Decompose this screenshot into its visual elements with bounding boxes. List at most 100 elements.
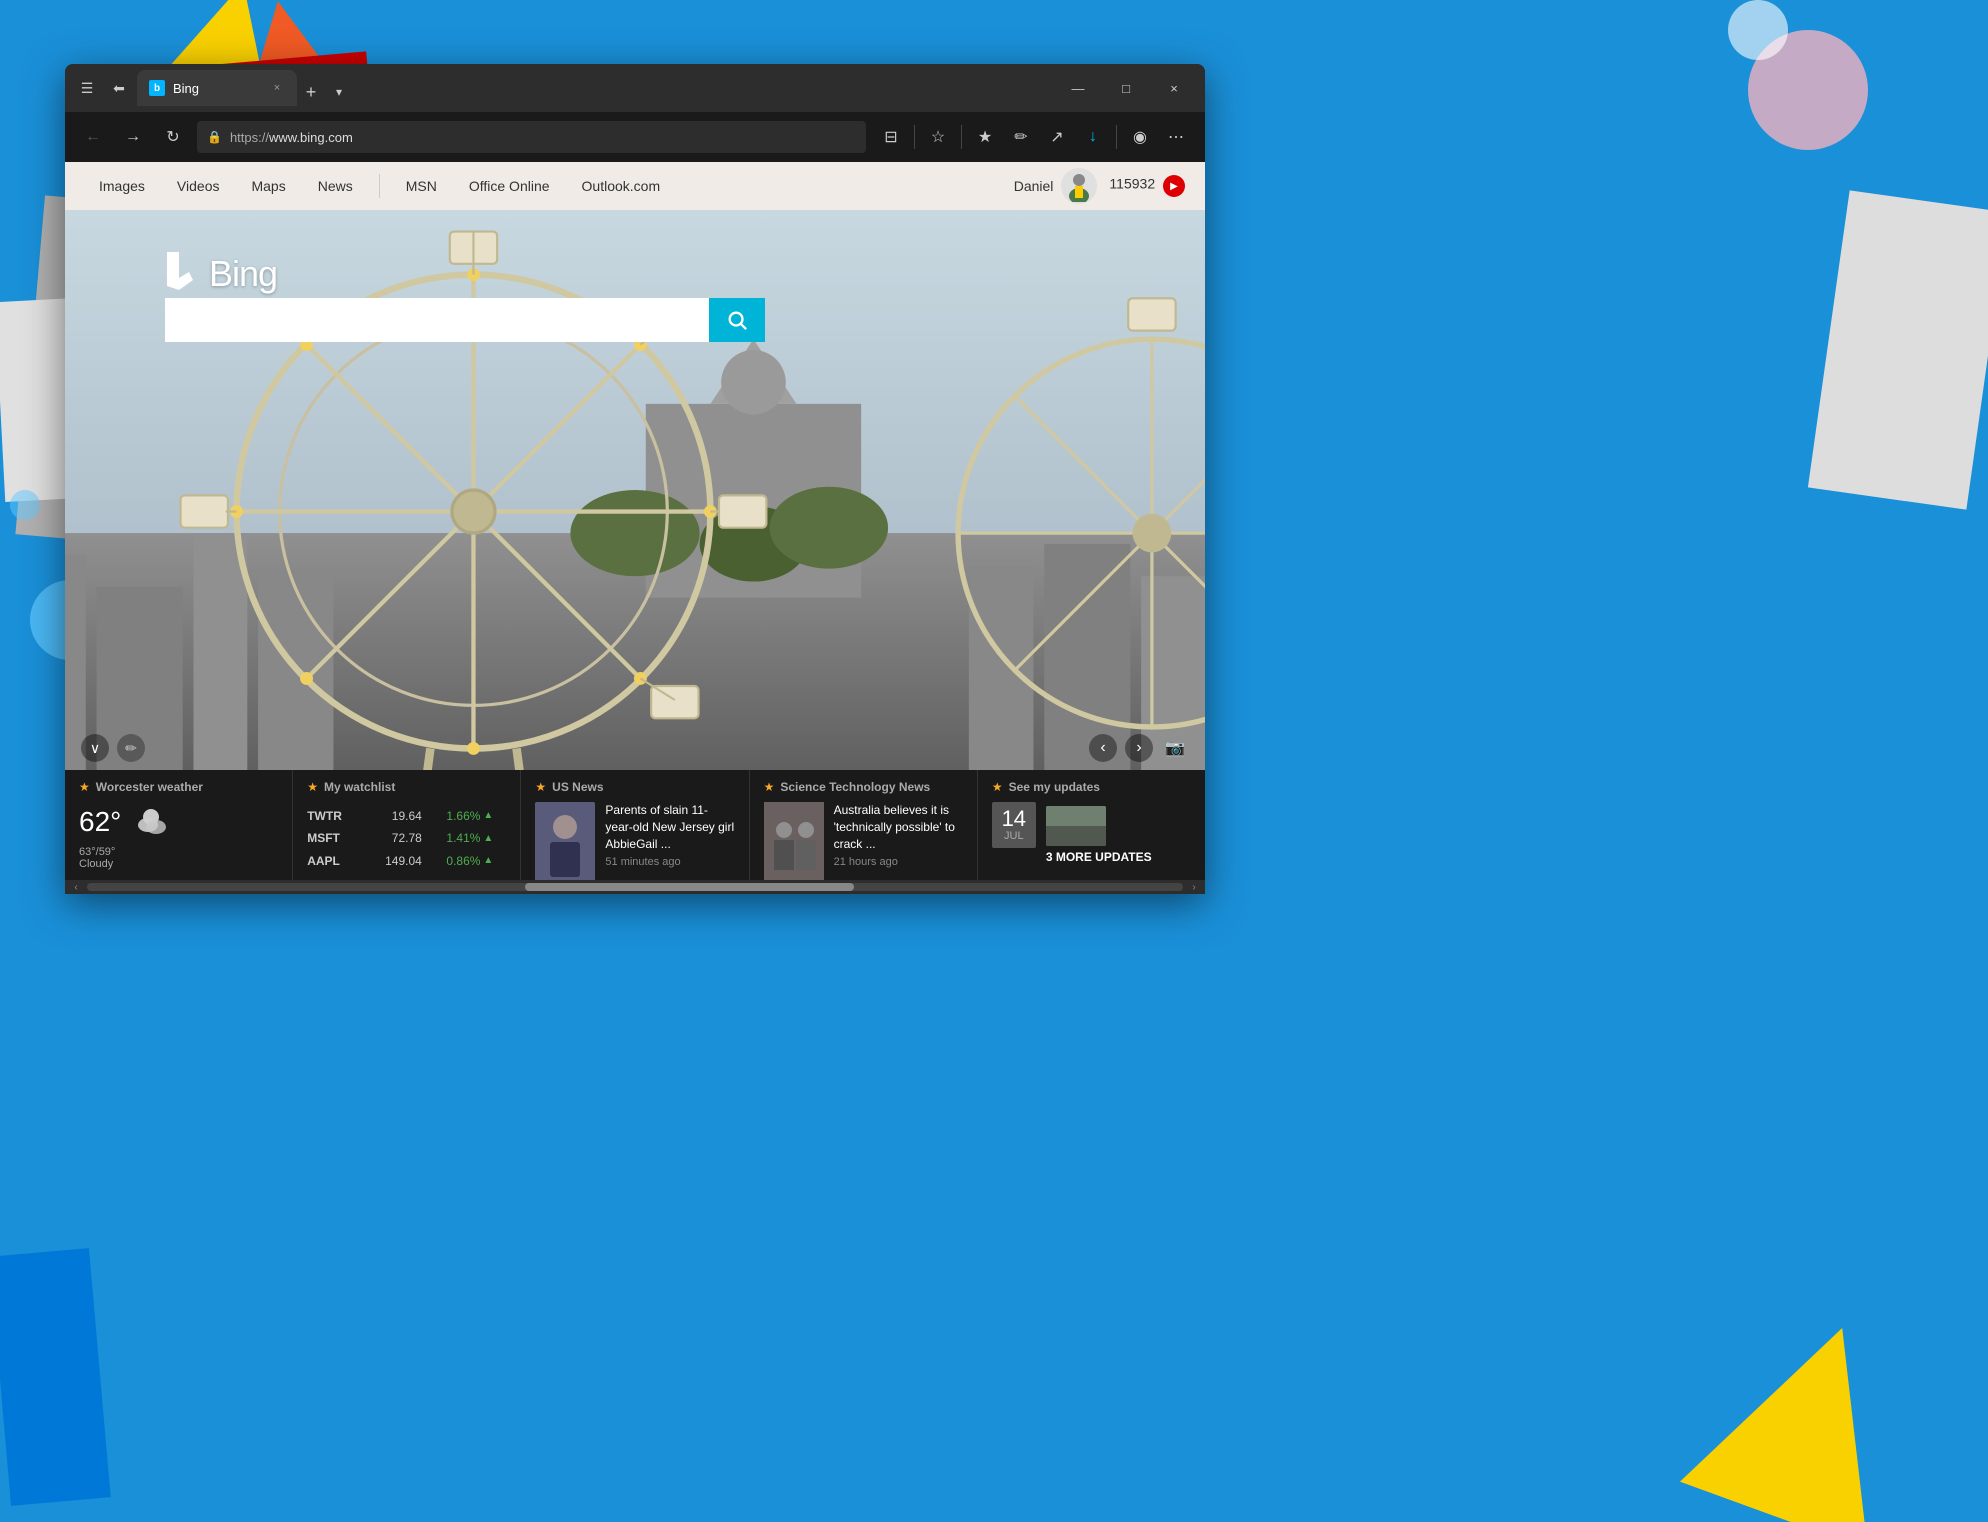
widget-sci-tech[interactable]: ★ Science Technology News: [750, 770, 978, 880]
widget-updates-header: ★ See my updates: [992, 780, 1191, 794]
nav-item-news[interactable]: News: [304, 162, 367, 210]
back-btn-title[interactable]: ⬅: [105, 74, 133, 102]
scrollbar-track[interactable]: [87, 883, 1183, 891]
maximize-btn[interactable]: □: [1103, 73, 1149, 103]
browser-window: ☰ ⬅ b Bing × + ▾ — □ × ← → ↻ 🔒 https://w…: [65, 64, 1205, 894]
widget-sci-star: ★: [764, 780, 775, 794]
widget-watchlist[interactable]: ★ My watchlist TWTR 19.64 1.66% ▲ MSFT 7…: [293, 770, 521, 880]
news-headline: Parents of slain 11-year-old New Jersey …: [605, 802, 734, 852]
tab-dropdown-btn[interactable]: ▾: [325, 78, 353, 106]
sci-headline: Australia believes it is 'technically po…: [834, 802, 963, 852]
reading-view-btn[interactable]: ⊟: [874, 120, 908, 154]
stock-ticker-msft: MSFT: [307, 831, 347, 845]
bing-nav-right: Daniel 115932 ▶: [1014, 168, 1185, 204]
url-text: https://www.bing.com: [230, 130, 353, 145]
news-time: 51 minutes ago: [605, 856, 734, 868]
widget-news-header: ★ US News: [535, 780, 734, 794]
tab-bar: b Bing × + ▾: [137, 70, 1055, 106]
widget-sci-title: Science Technology News: [780, 780, 930, 794]
scrollbar[interactable]: ‹ ›: [65, 880, 1205, 894]
widget-updates[interactable]: ★ See my updates 14 JUL: [978, 770, 1205, 880]
sci-widget-inner: ★ Science Technology News: [764, 780, 963, 880]
download-btn[interactable]: ↓: [1076, 120, 1110, 154]
nav-separator: [379, 174, 380, 198]
scrollbar-right-arrow[interactable]: ›: [1187, 880, 1201, 894]
bg-circle-blue-small: [10, 490, 40, 520]
widget-watchlist-header: ★ My watchlist: [307, 780, 506, 794]
hero-next-btn[interactable]: ›: [1125, 734, 1153, 762]
new-tab-btn[interactable]: +: [297, 78, 325, 106]
sci-text: Australia believes it is 'technically po…: [834, 802, 963, 880]
bg-shape-white-right: [1808, 190, 1988, 509]
bing-widgets: ★ Worcester weather 62° 63°/59°: [65, 770, 1205, 880]
browser-tab[interactable]: b Bing ×: [137, 70, 297, 106]
tab-favicon: b: [149, 80, 165, 96]
bing-points[interactable]: 115932 ▶: [1109, 175, 1185, 197]
widget-weather[interactable]: ★ Worcester weather 62° 63°/59°: [65, 770, 293, 880]
bing-search-input[interactable]: [165, 298, 709, 342]
url-bar[interactable]: 🔒 https://www.bing.com: [197, 121, 866, 153]
nav-item-msn[interactable]: MSN: [392, 162, 451, 210]
widget-news-star: ★: [535, 780, 546, 794]
more-btn[interactable]: ⋯: [1159, 120, 1193, 154]
updates-day: 14: [1002, 808, 1026, 830]
weather-temp: 62°: [79, 806, 121, 838]
nav-item-images[interactable]: Images: [85, 162, 159, 210]
hub-btn[interactable]: ★: [968, 120, 1002, 154]
weather-icon: [131, 802, 171, 842]
updates-widget-inner: ★ See my updates 14 JUL: [992, 780, 1191, 866]
tab-title: Bing: [173, 81, 199, 96]
nav-item-outlook[interactable]: Outlook.com: [568, 162, 675, 210]
updates-more-label: 3 MORE UPDATES: [1046, 850, 1152, 866]
points-icon: ▶: [1163, 175, 1185, 197]
hero-camera-btn[interactable]: 📷: [1161, 734, 1189, 762]
nav-item-videos[interactable]: Videos: [163, 162, 234, 210]
refresh-btn[interactable]: ↻: [157, 121, 189, 153]
weather-range: 63°/59°: [79, 846, 115, 858]
favorites-btn[interactable]: ☆: [921, 120, 955, 154]
close-btn[interactable]: ×: [1151, 73, 1197, 103]
sci-time: 21 hours ago: [834, 856, 963, 868]
notes-btn[interactable]: ✏: [1004, 120, 1038, 154]
bing-search-btn[interactable]: [709, 298, 765, 342]
sidebar-toggle-btn[interactable]: ☰: [73, 74, 101, 102]
hero-edit-btn[interactable]: ✏: [117, 734, 145, 762]
updates-thumb: [1046, 806, 1106, 846]
url-https: https://: [230, 130, 269, 145]
nav-item-office[interactable]: Office Online: [455, 162, 564, 210]
news-content-row: Parents of slain 11-year-old New Jersey …: [535, 802, 734, 880]
back-btn[interactable]: ←: [77, 121, 109, 153]
share-btn[interactable]: ↗: [1040, 120, 1074, 154]
stock-price-msft: 72.78: [372, 831, 422, 845]
hero-prev-btn[interactable]: ‹: [1089, 734, 1117, 762]
hero-chevron-btn[interactable]: ∨: [81, 734, 109, 762]
hero-bottom-left: ∨ ✏: [81, 734, 145, 762]
bg-circle-white: [1728, 0, 1788, 60]
bing-hero: Bing ∨ ✏ ‹ ›: [65, 210, 1205, 770]
stock-ticker-aapl: AAPL: [307, 854, 347, 868]
cortana-btn[interactable]: ◉: [1123, 120, 1157, 154]
sci-thumbnail: [764, 802, 824, 880]
toolbar-separator-1: [914, 125, 915, 149]
bg-shape-blue-bl: [0, 1248, 111, 1506]
url-domain: www.bing.com: [269, 130, 353, 145]
news-thumbnail: [535, 802, 595, 880]
lock-icon: 🔒: [207, 130, 222, 144]
bing-logo-area: Bing: [165, 250, 277, 298]
stock-price-aapl: 149.04: [372, 854, 422, 868]
address-bar: ← → ↻ 🔒 https://www.bing.com ⊟ ☆ ★ ✏ ↗ ↓…: [65, 112, 1205, 162]
user-name: Daniel: [1014, 178, 1054, 194]
minimize-btn[interactable]: —: [1055, 73, 1101, 103]
stock-change-twtr: 1.66% ▲: [446, 809, 506, 823]
widget-weather-star: ★: [79, 780, 90, 794]
bg-shape-yellow-br: [1680, 1294, 1936, 1522]
tab-close-btn[interactable]: ×: [269, 80, 285, 96]
title-bar: ☰ ⬅ b Bing × + ▾ — □ ×: [65, 64, 1205, 112]
nav-item-maps[interactable]: Maps: [237, 162, 299, 210]
scrollbar-thumb[interactable]: [525, 883, 854, 891]
scrollbar-left-arrow[interactable]: ‹: [69, 880, 83, 894]
bing-user[interactable]: Daniel: [1014, 168, 1098, 204]
widget-us-news[interactable]: ★ US News Paren: [521, 770, 749, 880]
bg-circle-pink: [1748, 30, 1868, 150]
forward-btn[interactable]: →: [117, 121, 149, 153]
